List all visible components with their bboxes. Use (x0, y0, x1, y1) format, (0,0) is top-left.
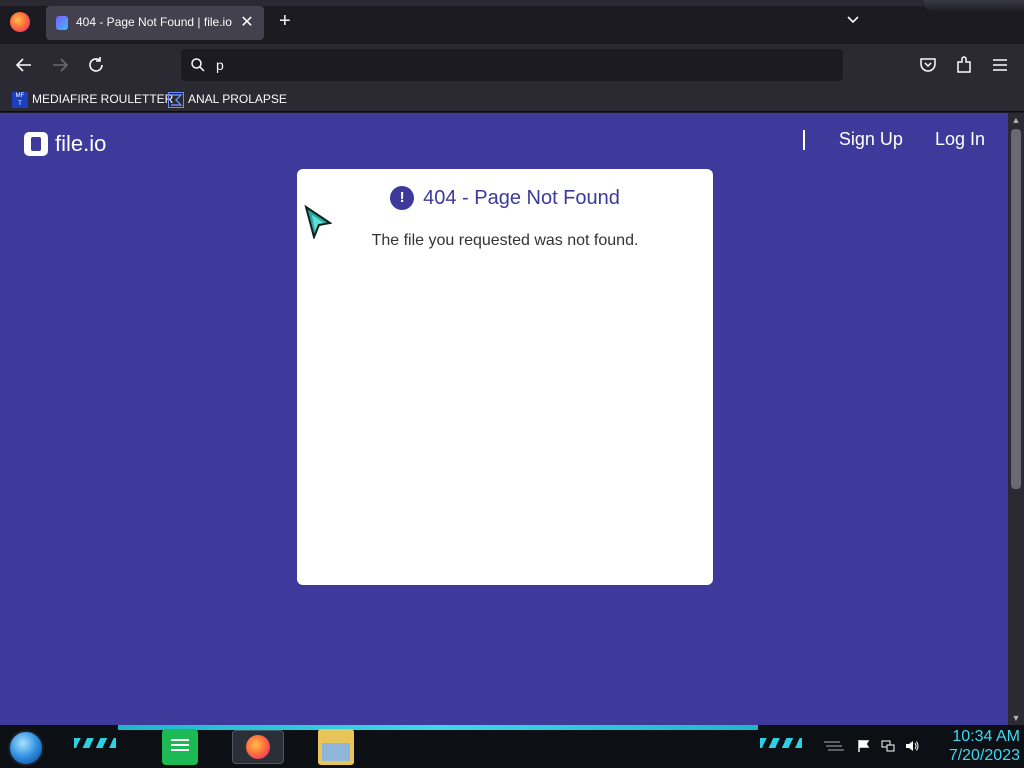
forward-icon[interactable] (49, 54, 71, 76)
url-bar[interactable]: p (181, 49, 843, 81)
scrollbar-thumb[interactable] (1011, 129, 1021, 489)
volume-icon[interactable] (905, 739, 919, 753)
taskbar: 10:34 AM 7/20/2023 (0, 725, 1024, 768)
bookmark-label: MEDIAFIRE ROULETTER (32, 92, 174, 106)
menu-icon[interactable] (990, 55, 1010, 75)
bookmark-anal-prolapse[interactable]: ANAL PROLAPSE (168, 90, 287, 108)
scroll-down-icon[interactable]: ▼ (1011, 713, 1021, 723)
sigma-icon (168, 91, 184, 108)
show-desktop-icon[interactable] (822, 739, 844, 753)
bookmarks-toolbar: MF T MEDIAFIRE ROULETTER ANAL PROLAPSE (0, 86, 1024, 112)
url-input[interactable]: p (216, 57, 224, 73)
pocket-icon[interactable] (918, 55, 938, 75)
close-tab-icon[interactable]: ✕ (238, 12, 256, 32)
taskbar-decoration (760, 738, 802, 748)
network-icon[interactable] (881, 739, 895, 753)
logo-text: file.io (55, 131, 107, 156)
error-card: ! 404 - Page Not Found The file you requ… (297, 169, 713, 585)
fileio-favicon-icon (56, 16, 68, 30)
start-button[interactable] (8, 730, 44, 766)
taskbar-accent-strip (118, 725, 758, 730)
error-message: The file you requested was not found. (371, 232, 639, 249)
sign-up-link[interactable]: Sign Up (839, 129, 903, 150)
firefox-taskbar-icon[interactable] (232, 730, 284, 764)
extensions-icon[interactable] (954, 55, 974, 75)
bookmark-mediafire-rouletter[interactable]: MF T MEDIAFIRE ROULETTER (12, 90, 173, 108)
notes-icon[interactable] (162, 729, 198, 765)
bookmark-label: ANAL PROLAPSE (188, 92, 287, 106)
error-title: 404 - Page Not Found (423, 186, 620, 209)
clock-date: 7/20/2023 (948, 747, 1020, 764)
firefox-icon[interactable] (10, 12, 30, 32)
system-clock[interactable]: 10:34 AM 7/20/2023 (949, 727, 1020, 765)
chevron-down-icon[interactable] (845, 12, 861, 28)
web-page: file.io Sign Up Log In ! 404 - Page Not … (0, 113, 1008, 725)
page-scrollbar[interactable]: ▲ ▼ (1008, 113, 1024, 725)
back-icon[interactable] (13, 54, 35, 76)
tab-title: 404 - Page Not Found | file.io (76, 15, 232, 29)
error-heading: ! 404 - Page Not Found (297, 186, 713, 210)
clock-time: 10:34 AM (952, 728, 1020, 745)
reload-icon[interactable] (85, 54, 107, 76)
navigation-toolbar: p (0, 44, 1024, 86)
tab-strip: 404 - Page Not Found | file.io ✕ + (0, 0, 1024, 44)
nav-divider (802, 129, 805, 150)
scroll-up-icon[interactable]: ▲ (1011, 115, 1021, 125)
file-explorer-icon[interactable] (318, 729, 354, 765)
alert-icon: ! (390, 186, 415, 210)
log-in-link[interactable]: Log In (935, 129, 985, 150)
mediafire-icon: MF T (12, 91, 28, 108)
mouse-cursor-icon (304, 205, 332, 239)
fileio-logo[interactable]: file.io (24, 131, 106, 157)
taskbar-decoration (74, 738, 116, 748)
active-tab[interactable]: 404 - Page Not Found | file.io ✕ (46, 6, 264, 40)
fileio-logo-icon (24, 132, 48, 156)
search-icon (191, 58, 205, 72)
flag-icon[interactable] (857, 739, 871, 753)
site-nav: Sign Up Log In (802, 129, 985, 150)
window-corner-decoration (924, 0, 1024, 12)
new-tab-icon[interactable]: + (279, 10, 291, 33)
